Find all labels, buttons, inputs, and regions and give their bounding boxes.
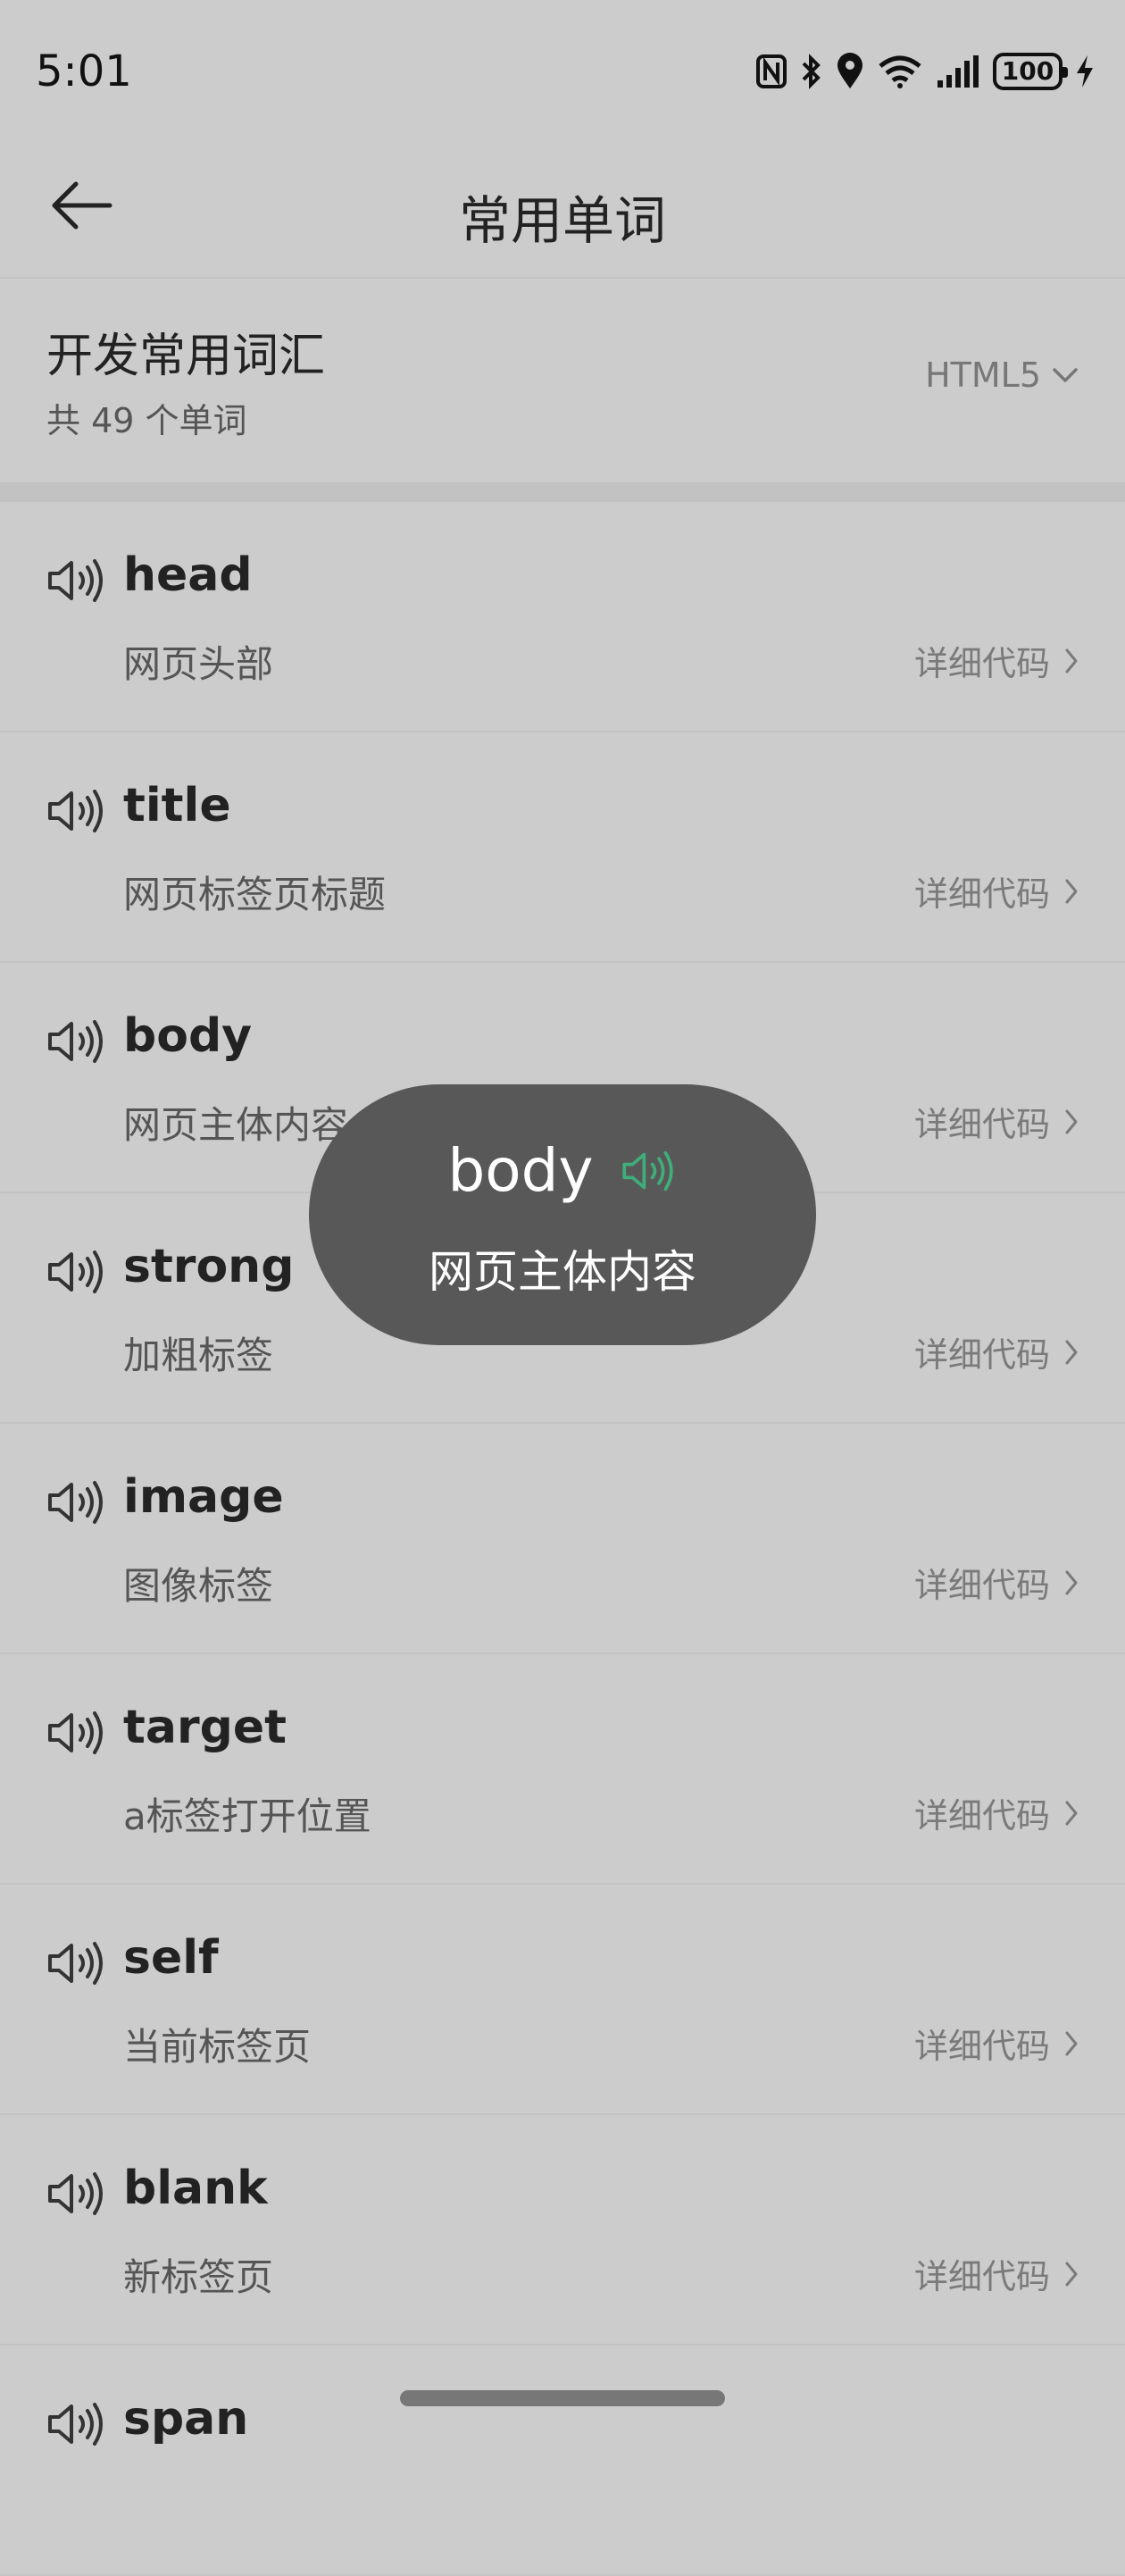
detail-label: 详细代码 <box>913 644 1050 683</box>
charging-icon <box>1077 55 1093 88</box>
speaker-icon[interactable] <box>45 1018 107 1065</box>
category-selected: HTML5 <box>925 355 1041 395</box>
word-text: head <box>123 548 253 602</box>
chevron-right-icon <box>1065 879 1078 903</box>
list-item[interactable]: title 网页标签页标题 详细代码 <box>0 732 1125 963</box>
list-item[interactable]: span <box>0 2346 1125 2576</box>
detail-code-link[interactable]: 详细代码 <box>914 2019 1079 2068</box>
chevron-right-icon <box>1065 1340 1078 1364</box>
home-indicator[interactable] <box>400 2390 725 2406</box>
vocab-header: 开发常用词汇 共 49 个单词 HTML5 <box>0 279 1125 482</box>
detail-label: 详细代码 <box>913 874 1050 914</box>
top-app-bar: 常用单词 <box>0 143 1125 279</box>
page-title: 常用单词 <box>458 190 666 251</box>
detail-code-link[interactable]: 详细代码 <box>914 1327 1079 1376</box>
detail-label: 详细代码 <box>913 1335 1050 1375</box>
detail-code-link[interactable]: 详细代码 <box>914 1097 1079 1146</box>
detail-label: 详细代码 <box>913 2027 1050 2066</box>
battery-icon: 100 <box>993 53 1068 90</box>
speaker-icon[interactable] <box>45 1940 107 1986</box>
chevron-right-icon <box>1065 648 1078 673</box>
word-meaning: 图像标签 <box>123 1564 274 1608</box>
chevron-right-icon <box>1065 2262 1078 2286</box>
wifi-icon <box>879 55 921 88</box>
chevron-right-icon <box>1065 1801 1078 1825</box>
pronunciation-toast: body 网页主体内容 <box>309 1084 816 1345</box>
battery-tip <box>1062 67 1068 78</box>
detail-code-link[interactable]: 详细代码 <box>914 636 1079 685</box>
detail-code-link[interactable]: 详细代码 <box>914 1788 1079 1837</box>
word-meaning: 新标签页 <box>123 2255 274 2299</box>
word-meaning: a标签打开位置 <box>123 1794 371 1838</box>
word-meaning: 网页头部 <box>123 642 274 686</box>
detail-code-link[interactable]: 详细代码 <box>914 2249 1079 2298</box>
speaker-playing-icon <box>621 1150 673 1191</box>
speaker-icon[interactable] <box>45 557 107 604</box>
word-text: image <box>123 1470 284 1524</box>
chevron-right-icon <box>1065 2031 1078 2055</box>
detail-label: 详细代码 <box>913 1566 1050 1605</box>
category-dropdown[interactable]: HTML5 <box>925 355 1079 395</box>
status-bar: 5:01 100 <box>0 0 1125 143</box>
word-meaning: 当前标签页 <box>123 2025 312 2069</box>
detail-label: 详细代码 <box>913 2257 1050 2296</box>
toast-word-row: body <box>309 1136 816 1205</box>
detail-code-link[interactable]: 详细代码 <box>914 866 1079 916</box>
chevron-right-icon <box>1065 1109 1078 1133</box>
chevron-right-icon <box>1065 1570 1078 1594</box>
vocab-title: 开发常用词汇 <box>46 330 326 383</box>
speaker-icon[interactable] <box>45 2401 107 2447</box>
list-item[interactable]: head 网页头部 详细代码 <box>0 502 1125 732</box>
word-text: blank <box>123 2162 268 2215</box>
toast-meaning: 网页主体内容 <box>429 1246 696 1298</box>
speaker-icon[interactable] <box>45 1249 107 1295</box>
bluetooth-icon <box>802 54 821 89</box>
signal-icon <box>938 55 979 88</box>
detail-label: 详细代码 <box>913 1105 1050 1144</box>
speaker-icon[interactable] <box>45 1479 107 1526</box>
toast-word: body <box>447 1136 594 1205</box>
speaker-icon[interactable] <box>45 788 107 834</box>
list-item[interactable]: target a标签打开位置 详细代码 <box>0 1654 1125 1885</box>
status-icons: 100 <box>755 46 1095 96</box>
word-text: self <box>123 1931 219 1985</box>
section-divider <box>0 482 1125 502</box>
list-item[interactable]: blank 新标签页 详细代码 <box>0 2115 1125 2346</box>
word-list: head 网页头部 详细代码 title 网页标签页标题 详细代码 body 网… <box>0 502 1125 2576</box>
word-text: strong <box>123 1240 295 1293</box>
vocab-count: 共 49 个单词 <box>46 401 247 440</box>
detail-label: 详细代码 <box>913 1796 1050 1836</box>
word-text: title <box>123 779 231 832</box>
chevron-down-icon <box>1053 368 1078 382</box>
word-text: target <box>123 1701 287 1754</box>
battery-level: 100 <box>1001 56 1054 86</box>
nfc-icon <box>756 54 787 88</box>
list-item[interactable]: self 当前标签页 详细代码 <box>0 1885 1125 2115</box>
speaker-icon[interactable] <box>45 1710 107 1756</box>
detail-code-link[interactable]: 详细代码 <box>914 1558 1079 1607</box>
status-time: 5:01 <box>36 46 132 96</box>
word-meaning: 网页标签页标题 <box>123 873 387 916</box>
word-text: body <box>123 1009 253 1063</box>
word-meaning: 加粗标签 <box>123 1334 274 1377</box>
list-item[interactable]: image 图像标签 详细代码 <box>0 1424 1125 1654</box>
location-icon <box>838 53 862 88</box>
speaker-icon[interactable] <box>45 2170 107 2217</box>
word-text: span <box>123 2392 249 2446</box>
